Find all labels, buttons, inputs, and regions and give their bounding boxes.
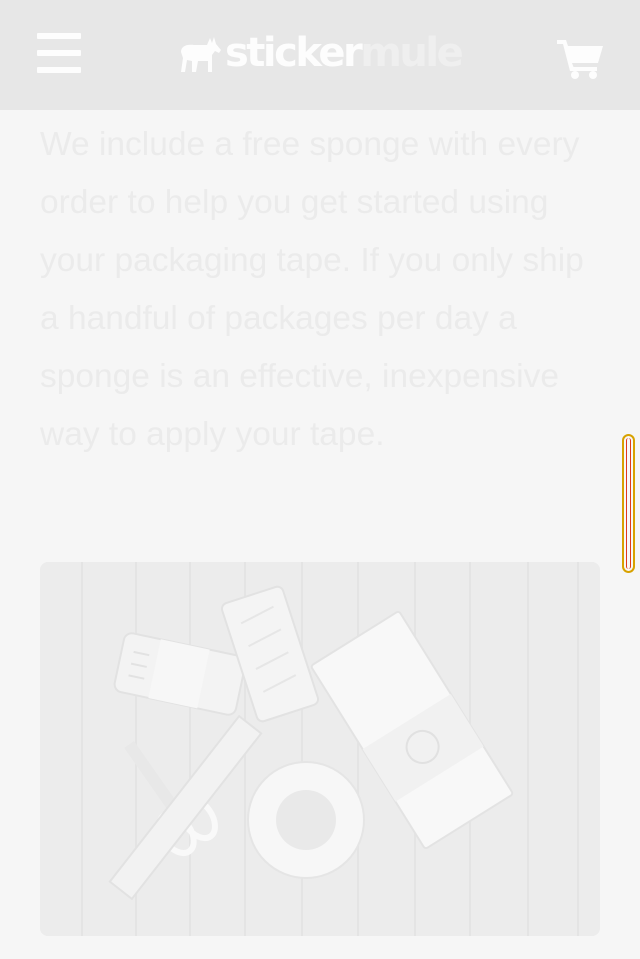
sticker-mule-logo[interactable]: stickermule <box>178 28 464 80</box>
site-header: stickermule <box>0 0 640 110</box>
hamburger-menu-icon[interactable] <box>37 33 81 73</box>
scrollbar-thumb[interactable] <box>622 434 635 573</box>
shopping-cart-icon[interactable] <box>555 36 605 80</box>
mule-logo-icon <box>181 37 221 72</box>
packaging-tape-photo <box>40 562 600 936</box>
logo-text-mule: mule <box>360 30 464 76</box>
sponge-description-paragraph: We include a free sponge with every orde… <box>40 126 584 453</box>
logo-text-sticker: sticker <box>225 30 363 76</box>
